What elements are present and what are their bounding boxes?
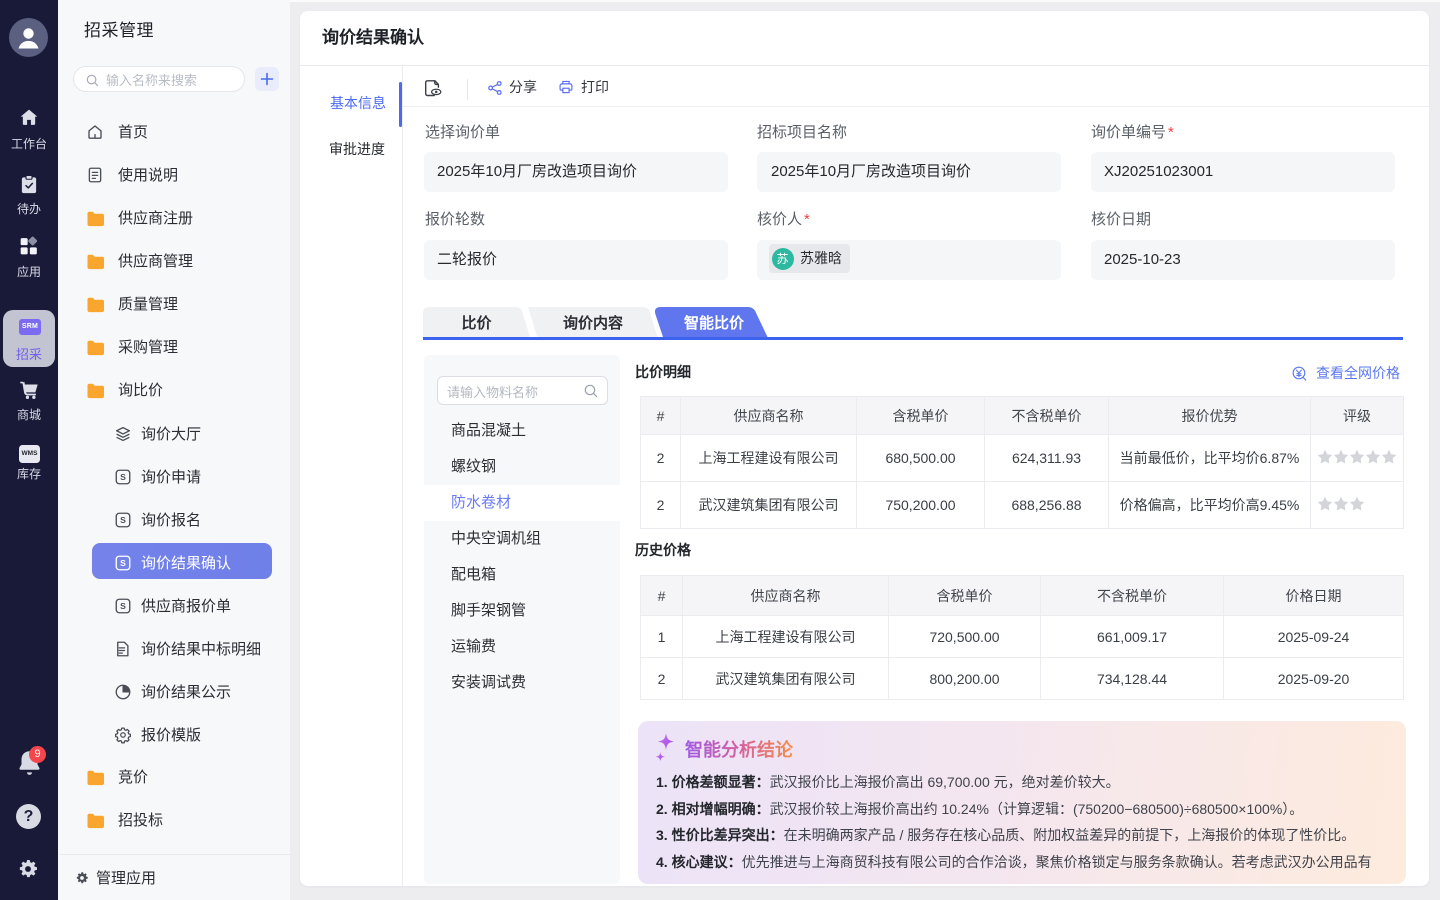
svg-text:S: S [120,515,126,525]
svg-text:S: S [120,601,126,611]
svg-text:S: S [120,558,126,568]
svg-text:S: S [120,472,126,482]
